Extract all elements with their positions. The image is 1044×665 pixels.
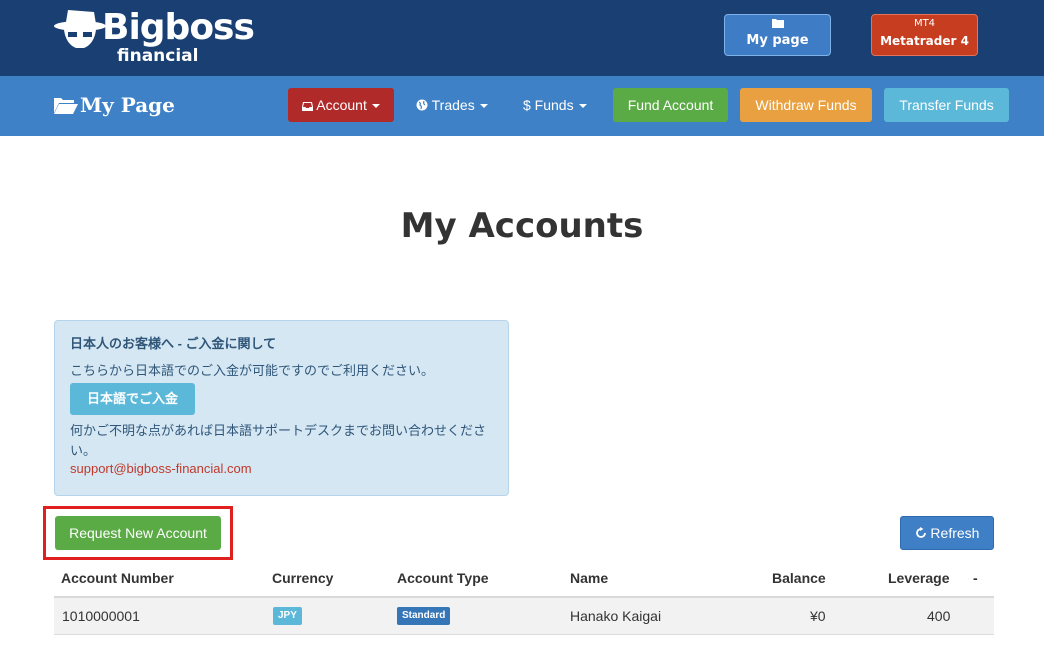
currency-badge: JPY xyxy=(273,607,302,625)
account-label: Account xyxy=(316,97,367,113)
main-navbar: My Page Account Trades $ Funds Fund Acco… xyxy=(0,76,1044,136)
refresh-label: Refresh xyxy=(930,525,980,541)
col-balance: Balance xyxy=(772,570,826,586)
page-title: My Accounts xyxy=(400,206,644,246)
metatrader4-label: Metatrader 4 xyxy=(880,34,969,48)
inbox-icon xyxy=(302,97,316,113)
col-actions: - xyxy=(973,570,978,586)
transfer-funds-button[interactable]: Transfer Funds xyxy=(884,88,1009,122)
refresh-icon xyxy=(915,525,931,541)
top-mypage-label: My page xyxy=(746,33,809,48)
logo-text: Bigboss xyxy=(102,7,255,48)
withdraw-funds-button[interactable]: Withdraw Funds xyxy=(740,88,872,122)
bigboss-logo[interactable]: Bigboss financial xyxy=(54,6,264,68)
trades-dropdown[interactable]: Trades xyxy=(416,88,488,122)
logo-subtext: financial xyxy=(117,46,199,66)
col-account-type: Account Type xyxy=(397,570,489,586)
account-type-badge: Standard xyxy=(397,607,451,625)
folder-open-icon xyxy=(54,94,78,120)
top-mypage-button[interactable]: My page xyxy=(724,14,831,56)
name-cell: Hanako Kaigai xyxy=(570,608,662,624)
trades-label: Trades xyxy=(431,97,475,113)
caret-down-icon xyxy=(578,104,587,109)
balance-cell: ¥0 xyxy=(810,608,826,624)
metatrader4-button[interactable]: MT4 Metatrader 4 xyxy=(871,14,978,56)
notice-text: こちらから日本語でのご入金が可能ですのでご利用ください。 xyxy=(70,363,435,378)
refresh-button[interactable]: Refresh xyxy=(900,516,994,550)
col-leverage: Leverage xyxy=(888,570,950,586)
globe-icon xyxy=(416,97,432,113)
caret-down-icon xyxy=(371,104,380,109)
notice-title: 日本人のお客様へ - ご入金に関して xyxy=(70,336,277,351)
folder-icon xyxy=(725,18,830,31)
top-header: Bigboss financial My page MT4 Metatrader… xyxy=(0,0,1044,76)
funds-label: $ Funds xyxy=(523,97,574,113)
mt4-small-label: MT4 xyxy=(913,18,936,29)
support-email-link[interactable]: support@bigboss-financial.com xyxy=(70,460,252,478)
account-number-cell: 1010000001 xyxy=(62,608,140,624)
caret-down-icon xyxy=(479,104,488,109)
notice-support-text: 何かご不明な点があれば日本語サポートデスクまでお問い合わせください。 xyxy=(70,423,487,458)
col-name: Name xyxy=(570,570,609,586)
fund-account-button[interactable]: Fund Account xyxy=(613,88,728,122)
brand-label: My Page xyxy=(80,93,175,117)
funds-dropdown[interactable]: $ Funds xyxy=(523,88,587,122)
col-account-number: Account Number xyxy=(61,570,174,586)
leverage-cell: 400 xyxy=(927,608,951,624)
japanese-deposit-button[interactable]: 日本語でご入金 xyxy=(70,383,195,415)
japanese-deposit-notice: 日本人のお客様へ - ご入金に関して こちらから日本語でのご入金が可能ですのでご… xyxy=(54,320,509,496)
my-page-brand[interactable]: My Page xyxy=(54,92,175,120)
table-row[interactable]: 1010000001 JPY Standard Hanako Kaigai ¥0… xyxy=(54,598,994,635)
table-header: Account Number Currency Account Type Nam… xyxy=(54,560,994,598)
account-dropdown[interactable]: Account xyxy=(288,88,394,122)
request-new-account-button[interactable]: Request New Account xyxy=(55,516,221,550)
hat-logo-icon xyxy=(54,10,106,48)
col-currency: Currency xyxy=(272,570,334,586)
